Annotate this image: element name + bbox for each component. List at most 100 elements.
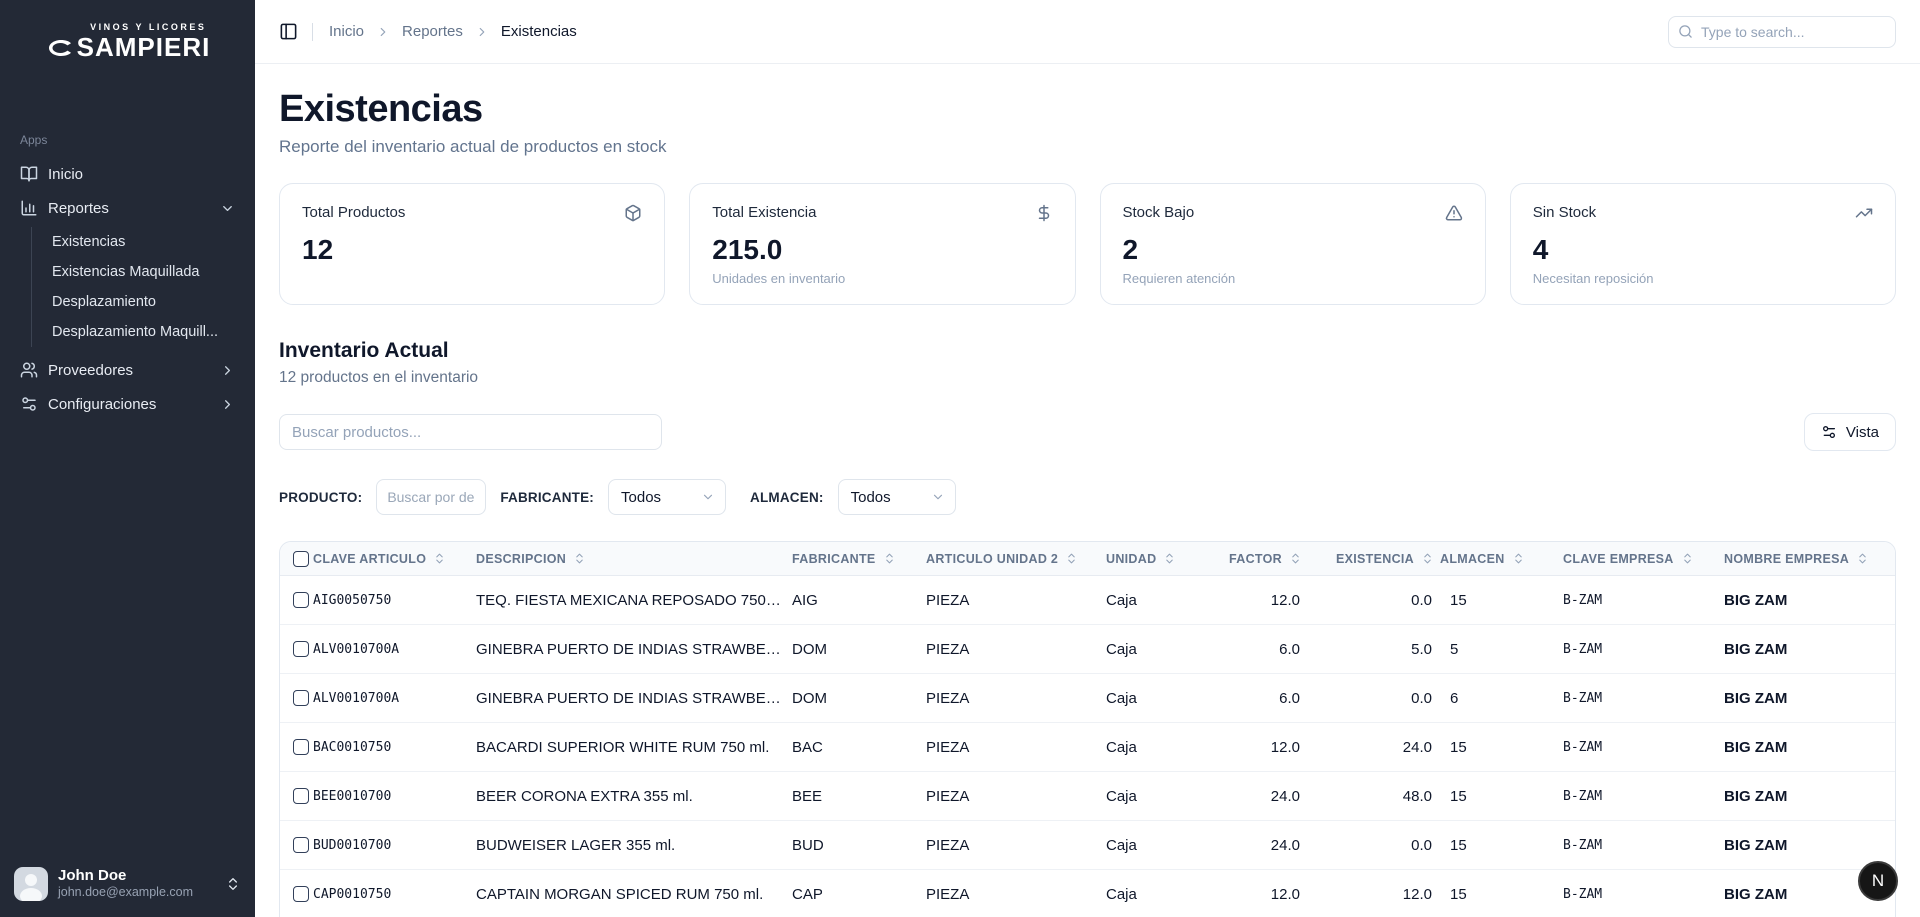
cell-clave-empresa: B-ZAM [1563, 642, 1724, 657]
stat-value: 12 [302, 234, 642, 266]
table-row[interactable]: BUD0010700 BUDWEISER LAGER 355 ml. BUD P… [280, 821, 1895, 870]
almacen-select[interactable]: Todos [838, 479, 956, 515]
row-checkbox[interactable] [293, 739, 309, 755]
cell-existencia: 24.0 [1308, 739, 1440, 756]
cell-fabricante: AIG [792, 592, 926, 609]
user-menu[interactable]: John Doe john.doe@example.com [0, 855, 255, 917]
sidebar-item-existencias[interactable]: Existencias [46, 227, 243, 257]
column-header-clave-articulo[interactable]: CLAVE ARTICULO [313, 552, 476, 566]
table-row[interactable]: AIG0050750 TEQ. FIESTA MEXICANA REPOSADO… [280, 576, 1895, 625]
sort-icon [433, 552, 446, 565]
breadcrumb-reportes[interactable]: Reportes [402, 23, 463, 40]
cell-fabricante: DOM [792, 690, 926, 707]
sort-icon [573, 552, 586, 565]
cell-nombre-empresa: BIG ZAM [1724, 837, 1895, 854]
table-row[interactable]: ALV0010700A GINEBRA PUERTO DE INDIAS STR… [280, 625, 1895, 674]
cell-clave-empresa: B-ZAM [1563, 740, 1724, 755]
row-checkbox[interactable] [293, 690, 309, 706]
sidebar-item-inicio[interactable]: Inicio [12, 157, 243, 191]
stat-label: Stock Bajo [1123, 204, 1195, 221]
column-header-existencia[interactable]: EXISTENCIA [1308, 552, 1440, 566]
cell-almacen: 15 [1440, 592, 1563, 609]
select-all-checkbox[interactable] [293, 551, 309, 567]
fabricante-filter-label: FABRICANTE: [500, 490, 594, 505]
column-header-almacen[interactable]: ALMACEN [1440, 552, 1563, 566]
row-checkbox[interactable] [293, 788, 309, 804]
chevron-right-icon [376, 25, 390, 39]
cell-unidad: Caja [1106, 837, 1208, 854]
filter-bar: PRODUCTO: FABRICANTE: Todos ALMACEN: Tod… [279, 479, 1896, 515]
cell-articulo-unidad-2: PIEZA [926, 739, 1106, 756]
cell-unidad: Caja [1106, 788, 1208, 805]
row-checkbox[interactable] [293, 592, 309, 608]
cell-descripcion: CAPTAIN MORGAN SPICED RUM 750 ml. [476, 886, 792, 903]
cell-almacen: 15 [1440, 788, 1563, 805]
breadcrumb-inicio[interactable]: Inicio [329, 23, 364, 40]
cell-almacen: 15 [1440, 739, 1563, 756]
main-area: Inicio Reportes Existencias Existencias … [255, 0, 1920, 917]
producto-filter-input[interactable] [376, 479, 486, 515]
column-header-articulo-unidad-2[interactable]: ARTICULO UNIDAD 2 [926, 552, 1106, 566]
row-checkbox[interactable] [293, 641, 309, 657]
cell-clave-articulo: ALV0010700A [313, 691, 476, 706]
inventory-table: CLAVE ARTICULO DESCRIPCION FABRICANTE AR… [279, 541, 1896, 917]
producto-filter-label: PRODUCTO: [279, 490, 362, 505]
chevron-right-icon [475, 25, 489, 39]
cell-articulo-unidad-2: PIEZA [926, 690, 1106, 707]
global-search-input[interactable] [1668, 16, 1896, 48]
brand-logo[interactable]: VINOS Y LICORES SAMPIERI [0, 0, 255, 77]
sidebar-item-desplazamiento[interactable]: Desplazamiento [46, 287, 243, 317]
divider [312, 23, 313, 41]
alert-triangle-icon [1445, 204, 1463, 222]
avatar [14, 867, 48, 901]
stat-subtitle: Unidades en inventario [712, 271, 1052, 286]
row-checkbox[interactable] [293, 837, 309, 853]
brand-tagline: VINOS Y LICORES [90, 22, 206, 32]
cell-nombre-empresa: BIG ZAM [1724, 690, 1895, 707]
sort-icon [1681, 552, 1694, 565]
column-header-clave-empresa[interactable]: CLAVE EMPRESA [1563, 552, 1724, 566]
table-row[interactable]: BEE0010700 BEER CORONA EXTRA 355 ml. BEE… [280, 772, 1895, 821]
inventory-title: Inventario Actual [279, 339, 1896, 363]
stat-subtitle: Requieren atención [1123, 271, 1463, 286]
sidebar-item-proveedores[interactable]: Proveedores [12, 353, 243, 387]
chevrons-up-down-icon [225, 876, 241, 892]
sidebar-toggle-icon[interactable] [279, 22, 298, 41]
row-checkbox[interactable] [293, 886, 309, 902]
column-header-descripcion[interactable]: DESCRIPCION [476, 552, 792, 566]
cell-existencia: 0.0 [1308, 592, 1440, 609]
almacen-select-value: Todos [851, 489, 891, 506]
sidebar-item-desplazamiento-maquillada[interactable]: Desplazamiento Maquill... [46, 317, 243, 347]
fabricante-select-value: Todos [621, 489, 661, 506]
cell-almacen: 6 [1440, 690, 1563, 707]
table-row[interactable]: CAP0010750 CAPTAIN MORGAN SPICED RUM 750… [280, 870, 1895, 917]
cell-almacen: 15 [1440, 886, 1563, 903]
column-header-unidad[interactable]: UNIDAD [1106, 552, 1208, 566]
column-header-factor[interactable]: FACTOR [1208, 552, 1308, 566]
nextjs-dev-badge[interactable]: N [1858, 861, 1898, 901]
sidebar-item-configuraciones[interactable]: Configuraciones [12, 387, 243, 421]
stat-card-stock-bajo: Stock Bajo 2 Requieren atención [1100, 183, 1486, 305]
stat-value: 4 [1533, 234, 1873, 266]
breadcrumb-existencias: Existencias [501, 23, 577, 40]
sidebar-item-reportes[interactable]: Reportes [12, 191, 243, 225]
sort-icon [1065, 552, 1078, 565]
product-search-input[interactable] [279, 414, 662, 450]
column-header-nombre-empresa[interactable]: NOMBRE EMPRESA [1724, 552, 1895, 566]
product-search [279, 414, 662, 450]
sidebar-item-existencias-maquillada[interactable]: Existencias Maquillada [46, 257, 243, 287]
stat-value: 2 [1123, 234, 1463, 266]
cell-articulo-unidad-2: PIEZA [926, 788, 1106, 805]
inventory-subtitle: 12 productos en el inventario [279, 369, 1896, 387]
view-button[interactable]: Vista [1804, 413, 1896, 451]
nav-section-label: Apps [12, 133, 243, 157]
chevron-down-icon [220, 201, 235, 216]
page-subtitle: Reporte del inventario actual de product… [279, 137, 1896, 157]
cell-fabricante: BUD [792, 837, 926, 854]
chevron-down-icon [931, 490, 945, 504]
table-row[interactable]: BAC0010750 BACARDI SUPERIOR WHITE RUM 75… [280, 723, 1895, 772]
sort-icon [1163, 552, 1176, 565]
fabricante-select[interactable]: Todos [608, 479, 726, 515]
column-header-fabricante[interactable]: FABRICANTE [792, 552, 926, 566]
table-row[interactable]: ALV0010700A GINEBRA PUERTO DE INDIAS STR… [280, 674, 1895, 723]
